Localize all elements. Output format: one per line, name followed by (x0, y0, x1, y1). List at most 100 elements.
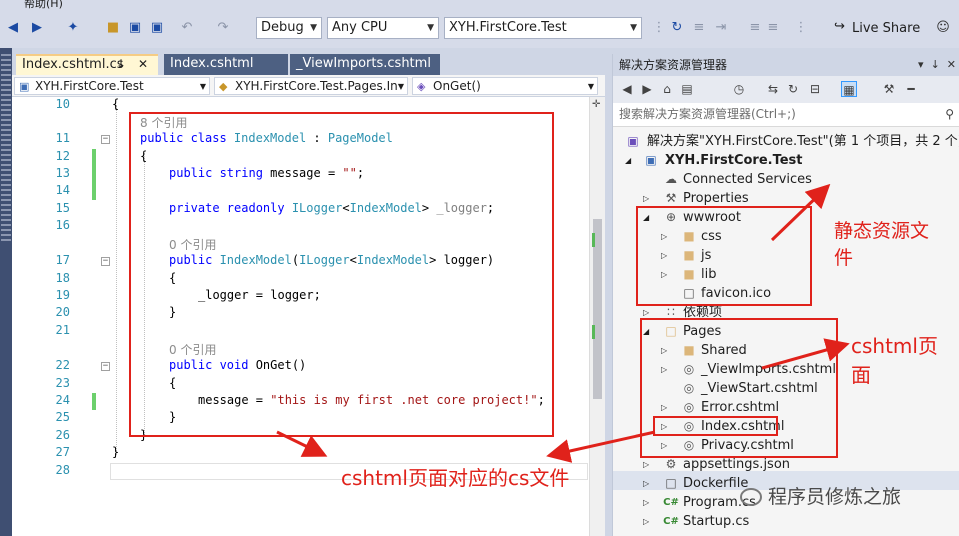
pin-icon[interactable]: ↓ (931, 58, 940, 71)
collapse-all-icon[interactable]: ⊟ (807, 81, 823, 97)
tree-item-startup[interactable]: ▷ C# Startup.cs (613, 512, 959, 531)
solution-search-input[interactable]: 搜索解决方案资源管理器(Ctrl+;) ⚲ (613, 103, 959, 127)
save-icon[interactable]: ▣ (126, 19, 144, 37)
line-number: 11 (55, 131, 70, 145)
platform-value: Any CPU (332, 20, 388, 35)
collapse-icon[interactable]: − (101, 135, 110, 144)
forward-icon[interactable]: ▶ (639, 81, 655, 97)
align-icon[interactable]: ≡ (690, 19, 708, 37)
line-number: 10 (55, 97, 70, 111)
label-cshtml-pages: cshtml页面 (851, 330, 938, 388)
grip-icon: ⋮ (652, 20, 666, 35)
code-highlight-box (129, 112, 554, 437)
dropdown-icon[interactable]: ▾ (918, 58, 924, 71)
live-share-icon[interactable]: ↪ (834, 19, 850, 37)
chevron-down-icon: ▼ (427, 23, 434, 33)
refresh-icon[interactable]: ↻ (668, 19, 686, 37)
modified-marker (92, 183, 96, 200)
tree-item-project[interactable]: ◢ ▣ XYH.FirstCore.Test (613, 151, 959, 170)
startup-project-dropdown[interactable]: XYH.FirstCore.Test ▼ (444, 17, 642, 39)
collapsed-icon[interactable]: ▷ (643, 512, 653, 531)
collapsed-icon[interactable]: ▷ (643, 493, 653, 512)
method-icon: ◈ (417, 80, 426, 93)
editor-scrollbar[interactable]: ✛ (589, 97, 605, 536)
solution-explorer-toolbar: ◀ ▶ ⌂ ▤ ◷ ⇆ ↻ ⊟ ▦ ⚒ ━ (613, 76, 959, 103)
account-icon[interactable]: ☺ (934, 19, 952, 37)
refresh-icon[interactable]: ↻ (785, 81, 801, 97)
overflow-icon[interactable]: ⋮ (792, 19, 810, 37)
show-all-files-icon[interactable]: ▦ (841, 81, 857, 97)
comment-icon[interactable]: ≡ (746, 19, 764, 37)
tree-item-label: Connected Services (683, 172, 812, 187)
properties-icon[interactable]: ⚒ (881, 81, 897, 97)
modified-marker (92, 166, 96, 183)
tab-label: _ViewImports.cshtml (296, 56, 431, 71)
configuration-dropdown[interactable]: Debug ▼ (256, 17, 322, 39)
project-icon: ▣ (19, 80, 30, 93)
back-icon[interactable]: ◀ (4, 19, 22, 37)
pin-icon[interactable]: ↓ (116, 56, 126, 73)
tree-item-solution[interactable]: ▣ 解决方案"XYH.FirstCore.Test"(第 1 个项目，共 2 个… (613, 132, 959, 151)
annotation-static-files: 静态资源文件 (834, 220, 930, 269)
home-icon[interactable]: ⌂ (659, 81, 675, 97)
project-icon: ▣ (645, 153, 657, 167)
preview-icon[interactable]: ━ (903, 81, 919, 97)
solution-explorer-title-bar: 解决方案资源管理器 ▾ ↓ ✕ (613, 54, 959, 76)
tree-item-label: Dockerfile (683, 476, 749, 491)
uncomment-icon[interactable]: ≡ (764, 19, 782, 37)
close-icon[interactable]: ✕ (138, 56, 148, 73)
change-marker (592, 325, 595, 339)
line-number: 21 (55, 323, 70, 337)
search-placeholder: 搜索解决方案资源管理器(Ctrl+;) (619, 107, 796, 121)
indent-icon[interactable]: ⇥ (712, 19, 730, 37)
collapsed-tool-windows[interactable] (1, 54, 11, 244)
open-folder-icon[interactable]: ■ (104, 19, 122, 37)
tree-item-label: 解决方案"XYH.FirstCore.Test"(第 1 个项目，共 2 个) (647, 134, 959, 149)
tab-label: Index.cshtml.cs (22, 57, 124, 72)
tree-item-connected-services[interactable]: ☁ Connected Services (613, 170, 959, 189)
menu-help[interactable]: 帮助(H) (24, 0, 63, 10)
close-icon[interactable]: ✕ (947, 58, 956, 71)
expanded-icon[interactable]: ◢ (625, 151, 635, 170)
collapsed-icon[interactable]: ▷ (643, 474, 653, 493)
pending-changes-icon[interactable]: ◷ (731, 81, 747, 97)
csharp-file-icon: C# (663, 497, 679, 508)
tab-index-cshtml[interactable]: Index.cshtml (164, 54, 288, 75)
line-number: 26 (55, 428, 70, 442)
back-icon[interactable]: ◀ (619, 81, 635, 97)
redo-icon[interactable]: ↷ (214, 19, 232, 37)
left-tool-strip[interactable] (0, 48, 12, 536)
collapse-icon[interactable]: − (101, 257, 110, 266)
label-cs-for-cshtml: cshtml页面对应的cs文件 (341, 462, 569, 491)
line-number: 13 (55, 166, 70, 180)
class-nav-dropdown[interactable]: ◆ XYH.FirstCore.Test.Pages.In ▼ (214, 77, 408, 95)
tab-index-cshtml-cs[interactable]: Index.cshtml.cs ↓ ✕ (16, 54, 158, 75)
live-share-button[interactable]: Live Share (852, 21, 920, 36)
chevron-down-icon: ▼ (199, 82, 206, 91)
project-nav-dropdown[interactable]: ▣ XYH.FirstCore.Test ▼ (14, 77, 210, 95)
line-number: 14 (55, 183, 70, 197)
line-number: 15 (55, 201, 70, 215)
csharp-file-icon: C# (663, 516, 679, 527)
new-project-icon[interactable]: ✦ (64, 19, 82, 37)
chevron-down-icon: ▼ (587, 82, 594, 91)
forward-icon[interactable]: ▶ (28, 19, 46, 37)
scroll-up-icon[interactable]: ✛ (592, 99, 600, 110)
menu-bar: 帮助(H) (0, 0, 959, 10)
modified-marker (92, 149, 96, 166)
save-all-icon[interactable]: ▣ (148, 19, 166, 37)
collapse-icon[interactable]: − (101, 362, 110, 371)
platform-dropdown[interactable]: Any CPU ▼ (327, 17, 439, 39)
chevron-down-icon: ▼ (397, 82, 404, 91)
startup-project-value: XYH.FirstCore.Test (449, 20, 567, 35)
project-nav-value: XYH.FirstCore.Test (35, 79, 144, 93)
sync-icon[interactable]: ⇆ (765, 81, 781, 97)
member-nav-dropdown[interactable]: ◈ OnGet() ▼ (412, 77, 598, 95)
tab-viewimports[interactable]: _ViewImports.cshtml (290, 54, 440, 75)
undo-icon[interactable]: ↶ (178, 19, 196, 37)
line-number: 28 (55, 463, 70, 477)
code-text: } (112, 445, 120, 459)
chevron-down-icon: ▼ (630, 23, 637, 33)
switch-views-icon[interactable]: ▤ (679, 81, 695, 97)
search-icon[interactable]: ⚲ (945, 103, 954, 126)
